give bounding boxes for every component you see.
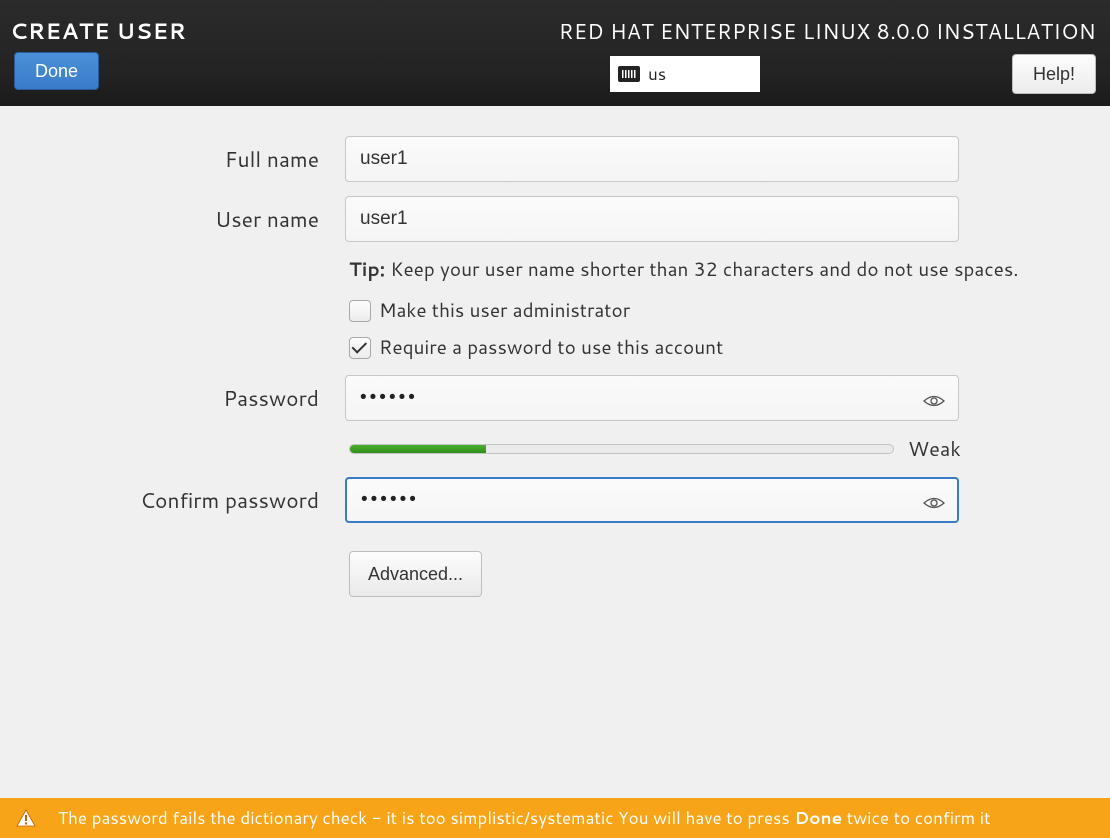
keyboard-layout-indicator[interactable]: us: [610, 56, 760, 92]
admin-checkbox-row: Make this user administrator: [349, 297, 1110, 324]
username-label: User name: [0, 204, 345, 234]
form-area: Full name User name Tip: Keep your user …: [0, 106, 1110, 597]
require-password-checkbox-row: Require a password to use this account: [349, 334, 1110, 361]
require-password-checkbox-label: Require a password to use this account: [379, 334, 723, 361]
password-strength-row: Weak: [349, 435, 1110, 463]
fullname-label: Full name: [0, 144, 345, 174]
warning-text-post: twice to confirm it: [847, 806, 991, 830]
username-tip: Tip: Keep your user name shorter than 32…: [349, 256, 1110, 283]
password-label: Password: [0, 383, 345, 413]
warning-icon: [16, 809, 36, 827]
warning-text-bold: Done: [794, 806, 842, 830]
keyboard-layout-label: us: [648, 62, 666, 86]
header-bar: CREATE USER RED HAT ENTERPRISE LINUX 8.0…: [0, 0, 1110, 106]
keyboard-icon: [618, 66, 640, 82]
reveal-password-icon[interactable]: [923, 391, 945, 405]
confirm-password-label: Confirm password: [0, 485, 345, 515]
help-button[interactable]: Help!: [1012, 54, 1096, 94]
done-button[interactable]: Done: [14, 52, 99, 90]
warning-text-pre: The password fails the dictionary check …: [58, 806, 794, 830]
username-input[interactable]: [345, 196, 959, 242]
confirm-password-row: Confirm password: [0, 477, 1110, 523]
require-password-checkbox[interactable]: [349, 337, 371, 359]
warning-text: The password fails the dictionary check …: [58, 806, 991, 830]
reveal-confirm-password-icon[interactable]: [923, 493, 945, 507]
fullname-row: Full name: [0, 136, 1110, 182]
installer-subtitle: RED HAT ENTERPRISE LINUX 8.0.0 INSTALLAT…: [559, 16, 1096, 46]
fullname-input[interactable]: [345, 136, 959, 182]
password-strength-fill: [350, 445, 486, 453]
tip-text: Keep your user name shorter than 32 char…: [390, 256, 1018, 283]
password-input[interactable]: [345, 375, 959, 421]
advanced-button[interactable]: Advanced...: [349, 551, 482, 597]
password-row: Password: [0, 375, 1110, 421]
password-strength-bar: [349, 444, 894, 454]
admin-checkbox-label: Make this user administrator: [379, 297, 630, 324]
warning-bar: The password fails the dictionary check …: [0, 798, 1110, 838]
password-strength-label: Weak: [908, 435, 961, 463]
tip-prefix: Tip:: [349, 256, 385, 283]
page-title: CREATE USER: [10, 16, 186, 47]
username-row: User name: [0, 196, 1110, 242]
installer-screen: CREATE USER RED HAT ENTERPRISE LINUX 8.0…: [0, 0, 1110, 838]
admin-checkbox[interactable]: [349, 300, 371, 322]
confirm-password-input[interactable]: [345, 477, 959, 523]
